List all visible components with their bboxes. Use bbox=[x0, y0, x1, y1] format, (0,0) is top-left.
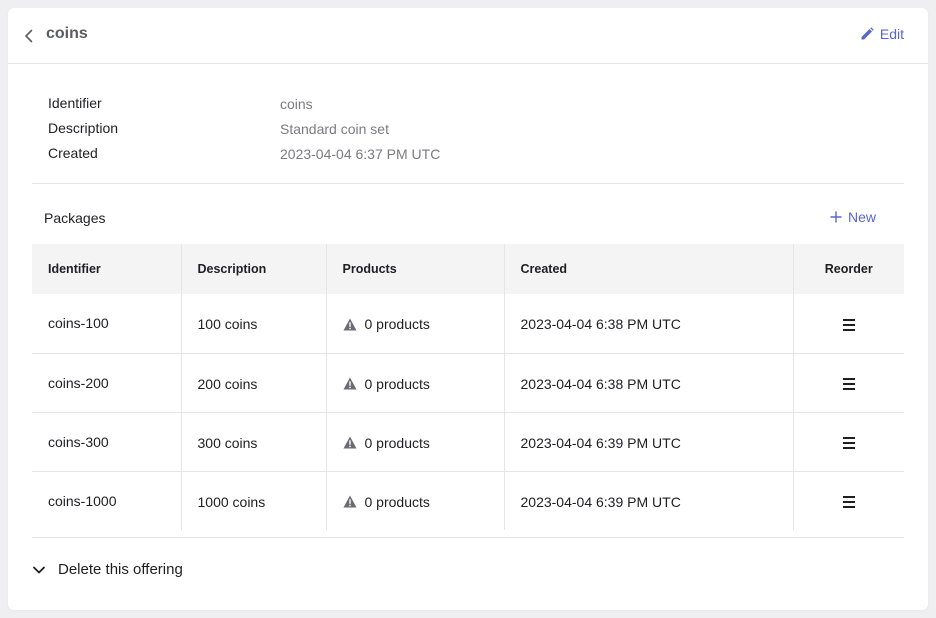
plus-icon bbox=[830, 211, 842, 223]
reorder-cell bbox=[793, 471, 904, 530]
detail-value: 2023-04-04 6:37 PM UTC bbox=[280, 145, 441, 162]
back-button[interactable] bbox=[20, 26, 38, 46]
table-row[interactable]: coins-100 100 coins 0 products 2023-04-0… bbox=[32, 294, 904, 354]
package-created: 2023-04-04 6:38 PM UTC bbox=[504, 353, 794, 413]
drag-handle-icon[interactable] bbox=[842, 318, 855, 331]
section-divider bbox=[32, 183, 904, 184]
chevron-left-icon bbox=[25, 29, 33, 43]
column-header-identifier: Identifier bbox=[32, 244, 182, 294]
package-description: 100 coins bbox=[181, 294, 327, 354]
drag-handle-icon[interactable] bbox=[842, 377, 855, 390]
delete-offering-label: Delete this offering bbox=[58, 561, 183, 578]
package-created: 2023-04-04 6:38 PM UTC bbox=[504, 294, 794, 354]
table-row[interactable]: coins-200 200 coins 0 products 2023-04-0… bbox=[32, 353, 904, 413]
detail-row-identifier: Identifier coins bbox=[48, 90, 440, 115]
reorder-cell bbox=[793, 412, 904, 472]
chevron-down-icon bbox=[33, 566, 45, 573]
table-row[interactable]: coins-300 300 coins 0 products 2023-04-0… bbox=[32, 412, 904, 472]
packages-table: Identifier Description Products Created … bbox=[32, 244, 904, 530]
drag-handle-icon[interactable] bbox=[842, 496, 855, 509]
detail-value: Standard coin set bbox=[280, 120, 389, 137]
package-identifier: coins-300 bbox=[32, 412, 182, 472]
page-title: coins bbox=[46, 25, 88, 42]
new-label: New bbox=[847, 209, 876, 225]
detail-label: Description bbox=[48, 119, 119, 136]
table-header-row: Identifier Description Products Created … bbox=[32, 244, 904, 294]
card-header: coins Edit bbox=[8, 8, 928, 64]
column-header-description: Description bbox=[181, 244, 327, 294]
package-identifier: coins-1000 bbox=[32, 471, 182, 530]
package-description: 1000 coins bbox=[181, 471, 327, 530]
package-products: 0 products bbox=[326, 471, 505, 530]
edit-button[interactable]: Edit bbox=[860, 26, 904, 42]
warning-triangle-icon bbox=[343, 318, 356, 331]
drag-handle-icon[interactable] bbox=[842, 436, 855, 449]
offering-card: coins Edit Identifier coins Description … bbox=[8, 8, 928, 610]
warning-triangle-icon bbox=[343, 377, 356, 390]
new-package-button[interactable]: New bbox=[830, 209, 876, 225]
package-description: 300 coins bbox=[181, 412, 327, 472]
detail-row-created: Created 2023-04-04 6:37 PM UTC bbox=[48, 140, 440, 165]
products-count: 0 products bbox=[364, 493, 430, 510]
table-row[interactable]: coins-1000 1000 coins 0 products 2023-04… bbox=[32, 471, 904, 530]
products-count: 0 products bbox=[364, 375, 430, 392]
detail-label: Created bbox=[48, 144, 98, 161]
warning-triangle-icon bbox=[343, 495, 356, 508]
edit-label: Edit bbox=[879, 26, 904, 42]
package-identifier: coins-100 bbox=[32, 294, 182, 354]
column-header-products: Products bbox=[326, 244, 505, 294]
offering-details: Identifier coins Description Standard co… bbox=[48, 90, 440, 165]
column-header-reorder: Reorder bbox=[824, 262, 873, 276]
products-count: 0 products bbox=[364, 434, 430, 451]
warning-triangle-icon bbox=[343, 436, 356, 449]
packages-heading: Packages bbox=[44, 210, 106, 226]
package-identifier: coins-200 bbox=[32, 353, 182, 413]
detail-label: Identifier bbox=[48, 94, 102, 111]
package-products: 0 products bbox=[326, 412, 505, 472]
reorder-cell bbox=[793, 294, 904, 354]
column-header-created: Created bbox=[504, 244, 794, 294]
delete-offering-toggle[interactable]: Delete this offering bbox=[32, 561, 183, 578]
products-count: 0 products bbox=[364, 316, 430, 333]
pencil-icon bbox=[861, 27, 874, 40]
package-products: 0 products bbox=[326, 294, 505, 354]
package-description: 200 coins bbox=[181, 353, 327, 413]
detail-value: coins bbox=[280, 95, 313, 112]
detail-row-description: Description Standard coin set bbox=[48, 115, 440, 140]
package-products: 0 products bbox=[326, 353, 505, 413]
package-created: 2023-04-04 6:39 PM UTC bbox=[504, 412, 794, 472]
package-created: 2023-04-04 6:39 PM UTC bbox=[504, 471, 794, 530]
section-divider bbox=[32, 537, 904, 538]
reorder-cell bbox=[793, 353, 904, 413]
